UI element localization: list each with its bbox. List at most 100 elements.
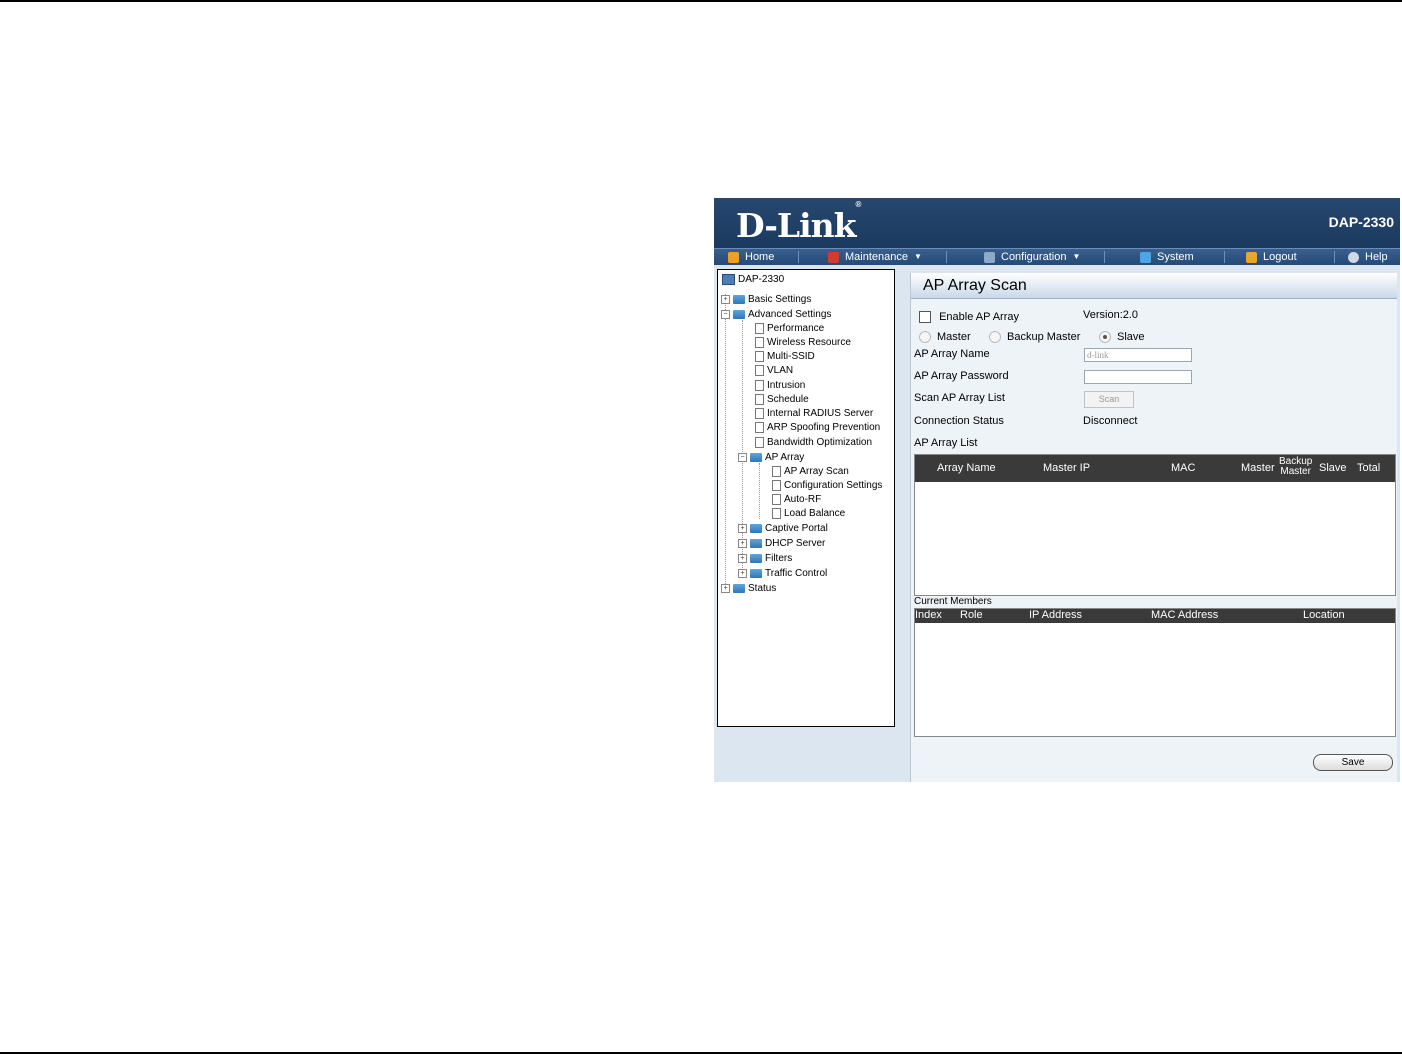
tree-item-internal-radius-server[interactable]: Internal RADIUS Server xyxy=(755,408,873,419)
backup-master-radio[interactable] xyxy=(989,331,1001,344)
expand-icon: + xyxy=(721,295,730,304)
nav-maintenance[interactable]: Maintenance ▼ xyxy=(828,249,922,265)
col-array-name: Array Name xyxy=(937,462,996,474)
tree-item-configuration-settings[interactable]: Configuration Settings xyxy=(772,480,882,491)
page-icon xyxy=(772,494,781,505)
folder-icon xyxy=(750,569,762,578)
slave-radio[interactable] xyxy=(1099,331,1111,344)
computer-icon xyxy=(722,274,735,285)
col-location: Location xyxy=(1303,609,1345,621)
tree-item-load-balance[interactable]: Load Balance xyxy=(772,508,845,519)
role-master[interactable]: Master xyxy=(919,331,971,344)
col-master-ip: Master IP xyxy=(1043,462,1091,474)
connection-status-value: Disconnect xyxy=(1083,415,1138,427)
tree-dhcp-server[interactable]: + DHCP Server xyxy=(738,538,825,549)
collapse-icon: − xyxy=(721,310,730,319)
tree-traffic-control[interactable]: + Traffic Control xyxy=(738,568,827,579)
expand-icon: + xyxy=(738,554,747,563)
tree-item-intrusion[interactable]: Intrusion xyxy=(755,380,805,391)
page-icon xyxy=(755,365,764,376)
tools-icon xyxy=(828,251,839,263)
top-rule xyxy=(0,0,1402,2)
ap-array-name-label: AP Array Name xyxy=(914,348,990,360)
page-icon xyxy=(772,480,781,491)
folder-icon xyxy=(733,295,745,304)
scan-button[interactable]: Scan xyxy=(1084,391,1134,408)
bottom-rule xyxy=(0,1052,1402,1054)
current-members-label: Current Members xyxy=(914,596,992,607)
floppy-icon xyxy=(984,251,995,263)
tree-item-arp-spoofing-prevention[interactable]: ARP Spoofing Prevention xyxy=(755,422,880,433)
version-text: Version:2.0 xyxy=(1083,309,1139,321)
save-button[interactable]: Save xyxy=(1313,754,1393,771)
system-icon xyxy=(1140,251,1151,263)
enable-ap-array-checkbox[interactable] xyxy=(919,311,931,324)
expand-icon: + xyxy=(738,524,747,533)
tree-item-performance[interactable]: Performance xyxy=(755,323,824,334)
device-model: DAP-2330 xyxy=(1328,214,1394,230)
role-backup-master[interactable]: Backup Master xyxy=(989,331,1080,344)
tree-filters[interactable]: + Filters xyxy=(738,553,792,564)
collapse-icon: − xyxy=(738,453,747,462)
page-icon xyxy=(755,422,764,433)
enable-ap-array: Enable AP Array xyxy=(919,311,1019,324)
tree-status[interactable]: + Status xyxy=(721,583,776,594)
ap-array-scan-panel: AP Array Scan Enable AP Array Version:2.… xyxy=(910,273,1397,782)
ap-array-list-table: Array Name Master IP MAC Master Backup M… xyxy=(914,454,1396,596)
master-radio[interactable] xyxy=(919,331,931,344)
col-mac: MAC xyxy=(1171,462,1196,474)
ap-array-list-header: Array Name Master IP MAC Master Backup M… xyxy=(915,455,1395,482)
tree-item-ap-array-scan[interactable]: AP Array Scan xyxy=(772,466,849,477)
tree-item-auto-rf[interactable]: Auto-RF xyxy=(772,494,821,505)
page-icon xyxy=(755,323,764,334)
page-title: AP Array Scan xyxy=(911,273,1397,299)
top-nav: Home Maintenance ▼ Configuration ▼ Syste… xyxy=(714,248,1400,265)
chevron-down-icon: ▼ xyxy=(1072,252,1081,261)
nav-help[interactable]: Help xyxy=(1348,249,1388,265)
page-icon xyxy=(755,351,764,362)
nav-home[interactable]: Home xyxy=(728,249,774,265)
col-mac-address: MAC Address xyxy=(1151,609,1219,621)
current-members-header: Index Role IP Address MAC Address Locati… xyxy=(915,609,1395,623)
help-icon xyxy=(1348,251,1359,263)
expand-icon: + xyxy=(738,569,747,578)
folder-icon xyxy=(750,539,762,548)
page-icon xyxy=(772,466,781,477)
tree-item-vlan[interactable]: VLAN xyxy=(755,365,793,376)
dap-web-ui: D-Link® DAP-2330 Home Maintenance ▼ Conf… xyxy=(714,198,1400,782)
tree-ap-array[interactable]: − AP Array xyxy=(738,452,804,463)
nav-logout[interactable]: Logout xyxy=(1246,249,1297,265)
nav-configuration[interactable]: Configuration ▼ xyxy=(984,249,1080,265)
folder-open-icon xyxy=(733,310,745,319)
page-icon xyxy=(755,380,764,391)
tree-item-wireless-resource[interactable]: Wireless Resource xyxy=(755,337,851,348)
folder-icon xyxy=(750,524,762,533)
page-icon xyxy=(755,337,764,348)
page-icon xyxy=(772,508,781,519)
ap-array-name-input[interactable]: d-link xyxy=(1084,348,1192,362)
home-icon xyxy=(728,251,739,263)
ap-array-list-label: AP Array List xyxy=(914,437,978,449)
tree-root[interactable]: DAP-2330 xyxy=(722,274,784,285)
key-icon xyxy=(1246,251,1257,263)
tree-advanced-settings[interactable]: − Advanced Settings xyxy=(721,309,831,320)
col-ip-address: IP Address xyxy=(1029,609,1082,621)
col-total: Total xyxy=(1357,462,1381,474)
col-backup-master: Backup Master xyxy=(1279,456,1313,477)
folder-icon xyxy=(750,554,762,563)
header-banner: D-Link® DAP-2330 xyxy=(714,198,1400,248)
expand-icon: + xyxy=(738,539,747,548)
nav-system[interactable]: System xyxy=(1140,249,1194,265)
col-index: Index xyxy=(915,609,942,621)
tree-item-multi-ssid[interactable]: Multi-SSID xyxy=(755,351,815,362)
tree-basic-settings[interactable]: + Basic Settings xyxy=(721,294,811,305)
current-members-table: Index Role IP Address MAC Address Locati… xyxy=(914,608,1396,737)
tree-captive-portal[interactable]: + Captive Portal xyxy=(738,523,828,534)
tree-item-bandwidth-optimization[interactable]: Bandwidth Optimization xyxy=(755,437,872,448)
folder-icon xyxy=(733,584,745,593)
navigation-tree: DAP-2330 + Basic Settings − Advanced Set… xyxy=(717,269,895,727)
tree-item-schedule[interactable]: Schedule xyxy=(755,394,809,405)
ap-array-password-input[interactable] xyxy=(1084,370,1192,384)
role-slave[interactable]: Slave xyxy=(1099,331,1145,344)
page-icon xyxy=(755,408,764,419)
